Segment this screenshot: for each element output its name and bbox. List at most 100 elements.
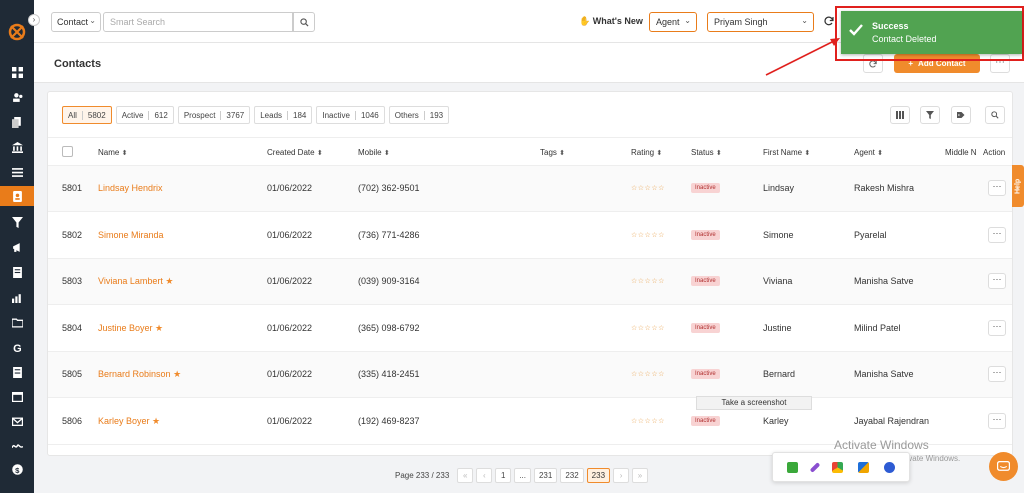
next-page-button[interactable]: › xyxy=(613,468,630,483)
tags-button[interactable] xyxy=(951,106,971,124)
first-name: Bernard xyxy=(763,369,796,379)
filter-chip-inactive[interactable]: Inactive 1046 xyxy=(316,106,385,124)
rating-stars-icon[interactable]: ☆☆☆☆☆ xyxy=(631,370,665,378)
mail-icon[interactable] xyxy=(0,411,34,431)
filter-chip-active[interactable]: Active 612 xyxy=(115,106,174,124)
column-header-rating[interactable]: Rating ⬍ xyxy=(631,148,662,157)
toast-title: Success xyxy=(872,21,909,31)
last-page-button[interactable]: » xyxy=(632,468,649,483)
column-header-first-name[interactable]: First Name ⬍ xyxy=(763,148,810,157)
chevron-down-icon: ⌄ xyxy=(684,16,691,25)
rating-stars-icon[interactable]: ☆☆☆☆☆ xyxy=(631,417,665,425)
whats-new-link[interactable]: ✋ What's New xyxy=(579,16,643,27)
rating-stars-icon[interactable]: ☆☆☆☆☆ xyxy=(631,324,665,332)
google-icon[interactable]: G xyxy=(0,337,34,357)
page-button-1[interactable]: 1 xyxy=(495,468,512,483)
page-button-233[interactable]: 233 xyxy=(586,468,611,483)
page-button-231[interactable]: 231 xyxy=(533,468,558,483)
row-action-button[interactable]: ⋯ xyxy=(988,366,1006,382)
column-header-label: Status xyxy=(691,148,714,157)
spreadsheet-icon[interactable] xyxy=(0,362,34,382)
notes-icon[interactable] xyxy=(0,262,34,282)
brand-logo-icon[interactable] xyxy=(7,22,27,42)
filter-chip-label: Active xyxy=(121,110,144,120)
sort-icon: ⬍ xyxy=(804,150,811,157)
column-header-status[interactable]: Status ⬍ xyxy=(691,148,722,157)
user-select[interactable]: Priyam Singh ⌄ xyxy=(707,12,814,32)
filter-chip-leads[interactable]: Leads 184 xyxy=(254,106,313,124)
calendar-icon[interactable] xyxy=(0,386,34,406)
users-icon[interactable] xyxy=(0,87,34,107)
star-icon[interactable]: ★ xyxy=(165,276,173,286)
filter-chip-prospect[interactable]: Prospect 3767 xyxy=(177,106,251,124)
vpn-shield-icon[interactable] xyxy=(858,461,870,473)
smart-search-input[interactable] xyxy=(103,12,293,32)
filter-chip-others[interactable]: Others 193 xyxy=(388,106,450,124)
row-action-button[interactable]: ⋯ xyxy=(988,226,1006,243)
contact-name-link[interactable]: Viviana Lambert ★ xyxy=(98,276,173,287)
star-icon[interactable]: ★ xyxy=(155,323,163,333)
signature-icon[interactable] xyxy=(0,435,34,455)
megaphone-icon[interactable] xyxy=(0,237,34,257)
select-all-checkbox[interactable] xyxy=(62,146,73,157)
column-header-created-date[interactable]: Created Date ⬍ xyxy=(267,148,323,157)
row-action-button[interactable]: ⋯ xyxy=(988,412,1006,429)
rating-stars-icon[interactable]: ☆☆☆☆☆ xyxy=(631,184,665,192)
first-page-button[interactable]: « xyxy=(457,468,474,483)
contact-name-link[interactable]: Justine Boyer ★ xyxy=(98,323,163,334)
bank-icon[interactable] xyxy=(0,137,34,157)
extension-icon[interactable] xyxy=(884,461,896,473)
filter-chip-all[interactable]: All 5802 xyxy=(62,106,112,124)
refresh-icon[interactable] xyxy=(824,16,834,26)
success-toast[interactable]: Success Contact Deleted xyxy=(841,11,1022,54)
role-select[interactable]: Agent ⌄ xyxy=(649,12,697,32)
svg-text:$: $ xyxy=(15,465,20,474)
pen-icon[interactable] xyxy=(809,461,821,473)
table-row[interactable]: 5805 Bernard Robinson ★ 01/06/2022 (335) 41… xyxy=(48,352,1012,398)
rating-stars-icon[interactable]: ☆☆☆☆☆ xyxy=(631,231,665,239)
pagination: Page 233 / 233 « ‹ 1... 231 232 233 › » xyxy=(395,468,649,483)
column-header-label: Middle N xyxy=(945,148,977,157)
reports-chart-icon[interactable] xyxy=(0,287,34,307)
mobile-number: (192) 469-8237 xyxy=(358,415,420,426)
documents-icon[interactable] xyxy=(0,112,34,132)
table-row[interactable]: 5802 Simone Miranda 01/06/2022 (736) 771-42… xyxy=(48,212,1012,259)
dashboard-icon[interactable] xyxy=(0,62,34,82)
prev-page-button[interactable]: ‹ xyxy=(476,468,493,483)
filter-button[interactable] xyxy=(920,106,940,124)
table-search-button[interactable] xyxy=(985,106,1005,124)
filter-chip-label: Prospect xyxy=(183,110,216,120)
star-icon[interactable]: ★ xyxy=(152,416,160,426)
contact-name-link[interactable]: Karley Boyer ★ xyxy=(98,416,160,427)
context-select-value: Contact xyxy=(57,17,89,27)
table-row[interactable]: 5803 Viviana Lambert ★ 01/06/2022 (039) 909… xyxy=(48,259,1012,305)
list-icon[interactable] xyxy=(0,162,34,182)
filter-funnel-icon[interactable] xyxy=(0,212,34,232)
column-header-tags[interactable]: Tags ⬍ xyxy=(540,148,565,157)
star-icon[interactable]: ★ xyxy=(173,369,181,379)
chat-widget-button[interactable] xyxy=(989,452,1018,481)
page-button-232[interactable]: 232 xyxy=(560,468,584,483)
contact-name-link[interactable]: Lindsay Hendrix xyxy=(98,183,163,193)
column-header-mobile[interactable]: Mobile ⬍ xyxy=(358,148,390,157)
contact-name-link[interactable]: Simone Miranda xyxy=(98,230,164,240)
contacts-icon[interactable] xyxy=(0,186,34,206)
folder-icon[interactable] xyxy=(0,312,34,332)
help-tab[interactable]: Help xyxy=(1012,165,1024,207)
column-header-name[interactable]: Name ⬍ xyxy=(98,148,127,157)
search-button[interactable] xyxy=(293,12,315,32)
context-select[interactable]: Contact ⌄ xyxy=(51,12,101,32)
column-header-agent[interactable]: Agent ⬍ xyxy=(854,148,883,157)
row-action-button[interactable]: ⋯ xyxy=(988,273,1006,289)
table-row[interactable]: 5801 Lindsay Hendrix 01/06/2022 (702) 362-9… xyxy=(48,166,1012,212)
table-row[interactable]: 5804 Justine Boyer ★ 01/06/2022 (365) 098-6… xyxy=(48,305,1012,352)
sidebar-collapse-chevron-icon[interactable]: › xyxy=(28,14,40,26)
columns-button[interactable] xyxy=(890,106,910,124)
row-action-button[interactable]: ⋯ xyxy=(988,319,1006,336)
row-action-button[interactable]: ⋯ xyxy=(988,180,1006,196)
drive-icon[interactable] xyxy=(831,461,843,473)
rating-stars-icon[interactable]: ☆☆☆☆☆ xyxy=(631,277,665,285)
shield-check-icon[interactable] xyxy=(786,461,798,473)
contact-name-link[interactable]: Bernard Robinson ★ xyxy=(98,369,181,380)
dollar-icon[interactable]: $ xyxy=(0,459,34,479)
